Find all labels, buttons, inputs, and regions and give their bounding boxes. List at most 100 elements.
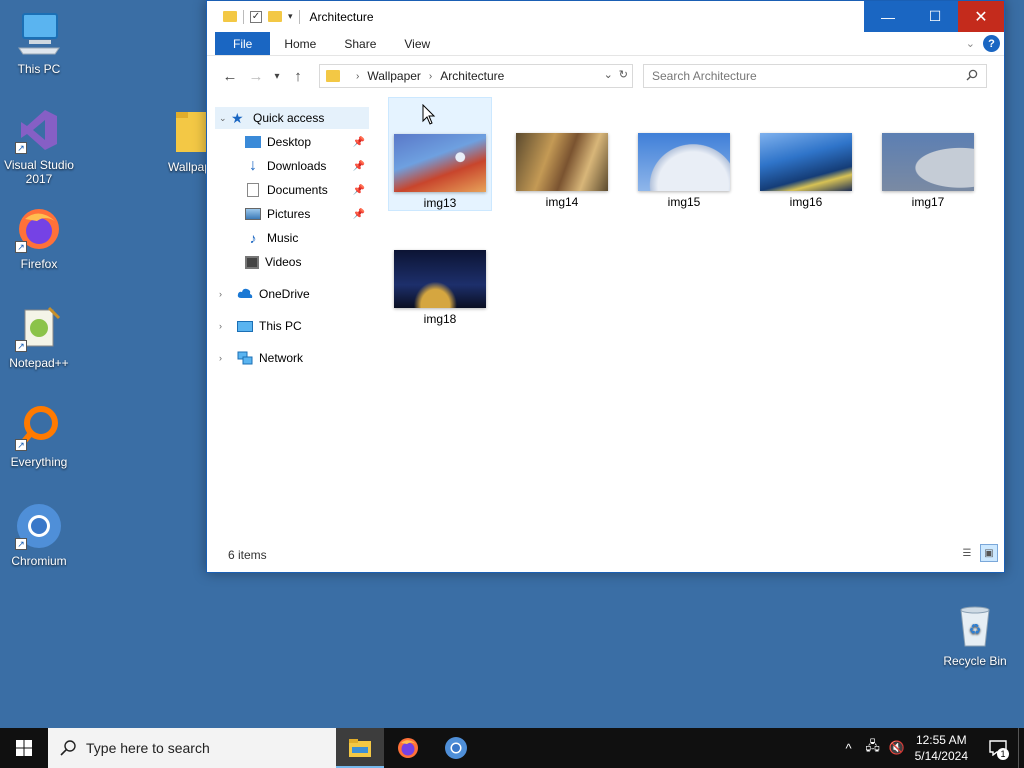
navigation-pane: ⌄ ★ Quick access Desktop 📌 ↓ Downloads 📌… <box>215 97 371 537</box>
network-icon[interactable]: 🖧 <box>861 737 885 759</box>
chevron-right-icon[interactable]: › <box>356 71 359 82</box>
details-view-icon[interactable]: ☰ <box>958 544 976 562</box>
help-icon[interactable]: ? <box>983 35 1000 52</box>
close-button[interactable]: ✕ <box>958 1 1004 32</box>
tab-file[interactable]: File <box>215 32 271 55</box>
start-button[interactable] <box>0 728 48 768</box>
cloud-icon <box>237 287 253 301</box>
folder-icon <box>223 11 237 22</box>
desktop-icon-label: Chromium <box>11 554 67 568</box>
image-thumbnail <box>638 133 730 191</box>
nav-music[interactable]: ♪ Music <box>245 227 369 249</box>
clock[interactable]: 12:55 AM 5/14/2024 <box>909 732 978 764</box>
taskbar-file-explorer[interactable] <box>336 728 384 768</box>
nav-network[interactable]: › Network <box>219 347 369 369</box>
video-icon <box>245 255 259 269</box>
search-placeholder: Search Architecture <box>652 69 757 83</box>
title-bar[interactable]: ✓ ▾ Architecture — ☐ ✕ <box>207 1 1004 32</box>
large-icons-view-icon[interactable]: ▣ <box>980 544 998 562</box>
shortcut-arrow-icon: ↗ <box>15 439 27 451</box>
breadcrumb-wallpaper[interactable]: Wallpaper <box>367 69 421 83</box>
image-thumbnail <box>394 134 486 192</box>
maximize-button[interactable]: ☐ <box>912 1 958 32</box>
file-tile[interactable]: img18 <box>388 214 492 328</box>
desktop-icon-wallpaper-folder[interactable]: Wallpaper <box>158 108 206 174</box>
nav-this-pc[interactable]: › This PC <box>219 315 369 337</box>
file-tile[interactable]: img13 <box>388 97 492 211</box>
desktop-icon-visual-studio[interactable]: ↗ Visual Studio 2017 <box>1 106 77 186</box>
image-thumbnail <box>882 133 974 191</box>
notification-badge: 1 <box>997 748 1009 760</box>
address-bar[interactable]: › Wallpaper › Architecture ⌄ ↻ <box>319 64 633 88</box>
file-tile[interactable]: img15 <box>632 97 736 211</box>
customize-toolbar-icon[interactable]: ▾ <box>288 11 293 22</box>
taskbar-firefox[interactable] <box>384 728 432 768</box>
taskbar-search-placeholder: Type here to search <box>86 740 210 756</box>
chromium-icon: ↗ <box>15 502 63 550</box>
nav-downloads[interactable]: ↓ Downloads 📌 <box>245 155 369 177</box>
nav-documents[interactable]: Documents 📌 <box>245 179 369 201</box>
volume-muted-icon[interactable]: 🔇 <box>885 740 909 756</box>
chevron-right-icon[interactable]: › <box>219 321 231 331</box>
chevron-right-icon[interactable]: › <box>429 71 432 82</box>
show-desktop-button[interactable] <box>1018 728 1024 768</box>
expand-ribbon-icon[interactable]: ⌄ <box>966 37 975 50</box>
ribbon-tabs: File Home Share View ⌄ ? <box>207 32 1004 56</box>
nav-quick-access[interactable]: ⌄ ★ Quick access <box>215 107 369 129</box>
nav-pictures[interactable]: Pictures 📌 <box>245 203 369 225</box>
shortcut-arrow-icon: ↗ <box>15 340 27 352</box>
desktop-icon-everything[interactable]: ↗ Everything <box>1 403 77 469</box>
search-icon <box>60 740 76 756</box>
desktop-icon-recycle-bin[interactable]: ♻ Recycle Bin <box>937 602 1013 668</box>
pin-icon[interactable]: 📌 <box>353 137 365 148</box>
search-icon[interactable] <box>966 69 978 84</box>
file-tile[interactable]: img14 <box>510 97 614 211</box>
nav-onedrive[interactable]: › OneDrive <box>219 283 369 305</box>
desktop-icon-notepadpp[interactable]: ↗ Notepad++ <box>1 304 77 370</box>
computer-icon <box>15 10 63 58</box>
file-view: img13 img14 img15 img16 img17 img18 <box>377 97 989 537</box>
back-icon[interactable]: ← <box>217 68 243 85</box>
up-icon[interactable]: ↑ <box>285 68 311 85</box>
address-dropdown-icon[interactable]: ⌄ <box>604 68 613 81</box>
maximize-icon: ☐ <box>928 8 942 24</box>
file-tile[interactable]: img17 <box>876 97 980 211</box>
desktop-icon-chromium[interactable]: ↗ Chromium <box>1 502 77 568</box>
chevron-down-icon[interactable]: ⌄ <box>219 113 231 124</box>
desktop-icon-label: Notepad++ <box>9 356 69 370</box>
visual-studio-icon: ↗ <box>15 106 63 154</box>
desktop-icon-this-pc[interactable]: This PC <box>1 10 77 76</box>
action-center-button[interactable]: 1 <box>978 728 1018 768</box>
file-tile[interactable]: img16 <box>754 97 858 211</box>
tab-view[interactable]: View <box>390 32 444 55</box>
search-input[interactable]: Search Architecture <box>643 64 987 88</box>
pin-icon[interactable]: 📌 <box>353 161 365 172</box>
taskbar-search-input[interactable]: Type here to search <box>48 728 336 768</box>
pin-icon[interactable]: 📌 <box>353 209 365 220</box>
tab-share[interactable]: Share <box>330 32 390 55</box>
tab-home[interactable]: Home <box>270 32 330 55</box>
chevron-up-icon[interactable]: ^ <box>837 741 861 756</box>
breadcrumb-architecture[interactable]: Architecture <box>440 69 504 83</box>
desktop-icon-firefox[interactable]: ↗ Firefox <box>1 205 77 271</box>
nav-desktop[interactable]: Desktop 📌 <box>245 131 369 153</box>
notepadpp-icon: ↗ <box>15 304 63 352</box>
minimize-button[interactable]: — <box>864 1 912 32</box>
status-bar: 6 items ☰ ▣ <box>207 538 1004 572</box>
properties-icon[interactable]: ✓ <box>250 10 262 23</box>
forward-icon[interactable]: → <box>243 68 269 85</box>
new-folder-icon[interactable] <box>268 11 282 22</box>
recent-locations-icon[interactable]: ▾ <box>269 71 285 82</box>
shortcut-arrow-icon: ↗ <box>15 241 27 253</box>
document-icon <box>247 183 259 197</box>
item-count: 6 items <box>228 548 267 562</box>
chevron-right-icon[interactable]: › <box>219 353 231 363</box>
chevron-right-icon[interactable]: › <box>219 289 231 299</box>
folder-icon <box>172 108 206 156</box>
taskbar-chromium[interactable] <box>432 728 480 768</box>
vertical-scrollbar[interactable] <box>994 97 1002 537</box>
recycle-bin-icon: ♻ <box>951 602 999 650</box>
nav-videos[interactable]: Videos <box>245 251 369 273</box>
pin-icon[interactable]: 📌 <box>353 185 365 196</box>
refresh-icon[interactable]: ↻ <box>619 68 628 81</box>
